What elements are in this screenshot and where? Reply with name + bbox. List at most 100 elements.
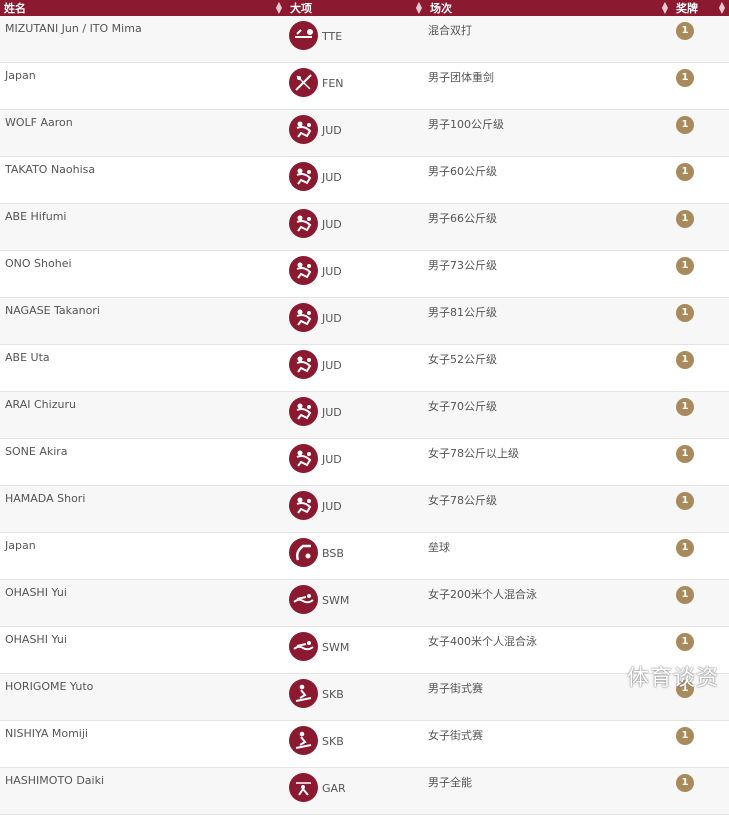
gold-medal-icon: 1 [676, 210, 694, 228]
table-header-row: 姓名 ▲ ▼ 大项 ▲ ▼ 场次 ▲ ▼ 奖牌 ▲ ▼ [0, 0, 729, 16]
table-row[interactable]: SONE Akira JUD 女子78公斤以上级 1 [0, 438, 729, 486]
column-header-sport[interactable]: 大项 ▲ ▼ [286, 0, 426, 16]
skateboarding-icon [289, 679, 318, 708]
athlete-name[interactable]: ONO Shohei [5, 257, 72, 270]
athlete-name[interactable]: ABE Hifumi [5, 210, 66, 223]
athlete-name[interactable]: HORIGOME Yuto [5, 680, 93, 693]
sort-icon[interactable]: ▲ ▼ [276, 1, 282, 15]
athlete-name[interactable]: SONE Akira [5, 445, 68, 458]
table-row[interactable]: ABE Uta JUD 女子52公斤级 1 [0, 344, 729, 392]
event-name: 女子200米个人混合泳 [428, 588, 537, 601]
column-header-label: 姓名 [4, 2, 26, 15]
sport-code: SWM [322, 594, 350, 607]
gold-medal-icon: 1 [676, 492, 694, 510]
sport-code: JUD [322, 265, 342, 278]
event-name: 男子全能 [428, 776, 472, 789]
column-header-event[interactable]: 场次 ▲ ▼ [426, 0, 672, 16]
table-row[interactable]: HORIGOME Yuto SKB 男子街式赛 1 [0, 673, 729, 721]
table-row[interactable]: Japan FEN 男子团体重剑 1 [0, 62, 729, 110]
event-name: 男子街式赛 [428, 682, 483, 695]
sport-code: JUD [322, 453, 342, 466]
sport-code: JUD [322, 312, 342, 325]
table-row[interactable]: TAKATO Naohisa JUD 男子60公斤级 1 [0, 156, 729, 204]
table-row[interactable]: OHASHI Yui SWM 女子400米个人混合泳 1 [0, 626, 729, 674]
skateboarding-icon [289, 726, 318, 755]
gold-medal-icon: 1 [676, 116, 694, 134]
sport-code: JUD [322, 124, 342, 137]
event-name: 男子73公斤级 [428, 259, 497, 272]
athlete-name[interactable]: ABE Uta [5, 351, 50, 364]
sport-code: JUD [322, 218, 342, 231]
sport-code: FEN [322, 77, 344, 90]
sort-icon[interactable]: ▲ ▼ [416, 1, 422, 15]
athlete-name[interactable]: OHASHI Yui [5, 586, 67, 599]
event-name: 男子100公斤级 [428, 118, 504, 131]
gymnastics-icon [289, 773, 318, 802]
swimming-icon [289, 632, 318, 661]
sport-code: JUD [322, 500, 342, 513]
gold-medal-icon: 1 [676, 539, 694, 557]
table-row[interactable]: NISHIYA Momiji SKB 女子街式赛 1 [0, 720, 729, 768]
athlete-name[interactable]: Japan [5, 539, 36, 552]
athlete-name[interactable]: WOLF Aaron [5, 116, 73, 129]
event-name: 女子78公斤以上级 [428, 447, 519, 460]
swimming-icon [289, 585, 318, 614]
table-row[interactable]: WOLF Aaron JUD 男子100公斤级 1 [0, 109, 729, 157]
judo-icon [289, 350, 318, 379]
event-name: 混合双打 [428, 24, 472, 37]
athlete-name[interactable]: OHASHI Yui [5, 633, 67, 646]
gold-medal-icon: 1 [676, 163, 694, 181]
table-row[interactable]: Japan BSB 垒球 1 [0, 532, 729, 580]
sport-code: JUD [322, 171, 342, 184]
athlete-name[interactable]: TAKATO Naohisa [5, 163, 95, 176]
judo-icon [289, 115, 318, 144]
athlete-name[interactable]: ARAI Chizuru [5, 398, 76, 411]
athlete-name[interactable]: NAGASE Takanori [5, 304, 100, 317]
gold-medal-icon: 1 [676, 445, 694, 463]
gold-medal-icon: 1 [676, 22, 694, 40]
column-header-medal[interactable]: 奖牌 ▲ ▼ [672, 0, 729, 16]
fencing-icon [289, 68, 318, 97]
event-name: 女子街式赛 [428, 729, 483, 742]
sort-icon[interactable]: ▲ ▼ [662, 1, 668, 15]
athlete-name[interactable]: NISHIYA Momiji [5, 727, 88, 740]
event-name: 女子52公斤级 [428, 353, 497, 366]
judo-icon [289, 256, 318, 285]
sport-code: SKB [322, 735, 344, 748]
column-header-name[interactable]: 姓名 ▲ ▼ [0, 0, 286, 16]
event-name: 女子78公斤级 [428, 494, 497, 507]
sport-code: JUD [322, 359, 342, 372]
athlete-name[interactable]: MIZUTANI Jun / ITO Mima [5, 22, 142, 35]
sort-icon[interactable]: ▲ ▼ [719, 1, 725, 15]
gold-medal-icon: 1 [676, 257, 694, 275]
judo-icon [289, 397, 318, 426]
gold-medal-icon: 1 [676, 351, 694, 369]
table-row[interactable]: OHASHI Yui SWM 女子200米个人混合泳 1 [0, 579, 729, 627]
gold-medal-icon: 1 [676, 774, 694, 792]
table-row[interactable]: MIZUTANI Jun / ITO Mima TTE 混合双打 1 [0, 16, 729, 63]
table-row[interactable]: HAMADA Shori JUD 女子78公斤级 1 [0, 485, 729, 533]
column-header-label: 大项 [290, 2, 312, 15]
sport-code: SWM [322, 641, 350, 654]
table-row[interactable]: HASHIMOTO Daiki GAR 男子全能 1 [0, 767, 729, 815]
sport-code: TTE [322, 30, 343, 43]
sport-code: SKB [322, 688, 344, 701]
gold-medal-icon: 1 [676, 586, 694, 604]
athlete-name[interactable]: HAMADA Shori [5, 492, 85, 505]
table-row[interactable]: ARAI Chizuru JUD 女子70公斤级 1 [0, 391, 729, 439]
column-header-label: 场次 [430, 2, 452, 15]
sport-code: GAR [322, 782, 346, 795]
sport-code: BSB [322, 547, 344, 560]
table-row[interactable]: ONO Shohei JUD 男子73公斤级 1 [0, 250, 729, 298]
table-row[interactable]: NAGASE Takanori JUD 男子81公斤级 1 [0, 297, 729, 345]
baseball-icon [289, 538, 318, 567]
watermark: 体育谈资 [626, 666, 719, 691]
judo-icon [289, 491, 318, 520]
judo-icon [289, 444, 318, 473]
athlete-name[interactable]: Japan [5, 69, 36, 82]
judo-icon [289, 209, 318, 238]
athlete-name[interactable]: HASHIMOTO Daiki [5, 774, 104, 787]
event-name: 女子70公斤级 [428, 400, 497, 413]
table-row[interactable]: ABE Hifumi JUD 男子66公斤级 1 [0, 203, 729, 251]
gold-medal-icon: 1 [676, 633, 694, 651]
